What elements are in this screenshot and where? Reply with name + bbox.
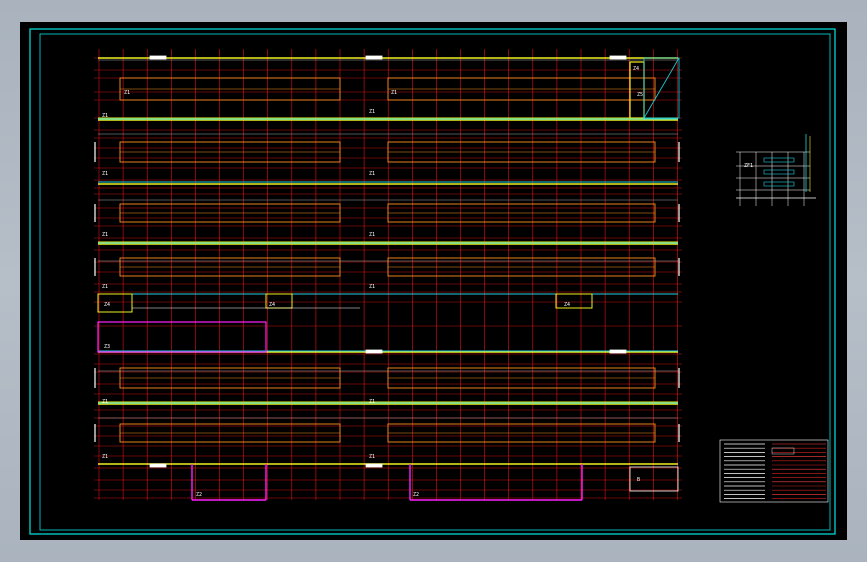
label-row-6: Z1 xyxy=(102,399,108,405)
label-row-2b: Z1 xyxy=(369,109,375,115)
label-mid-b: Z4 xyxy=(269,302,275,308)
marker xyxy=(365,349,383,354)
label-row-2: Z1 xyxy=(102,113,108,119)
marker xyxy=(149,55,167,60)
label-row-3b: Z1 xyxy=(369,171,375,177)
notes-cell xyxy=(771,447,795,455)
cad-drawing[interactable]: Z1 Z1 Z1 Z1 Z1 Z1 Z1 Z1 Z1 Z1 Z1 Z1 Z1 Z… xyxy=(20,22,847,540)
drawing-border-inner xyxy=(39,33,831,531)
label-row-5: Z1 xyxy=(102,284,108,290)
section-duct xyxy=(763,157,795,163)
label-corner-a: Z4 xyxy=(633,66,639,72)
label-corner-b: Z5 xyxy=(637,92,643,98)
drawing-border-outer xyxy=(29,28,836,535)
label-row-1: Z1 xyxy=(124,90,130,96)
marker xyxy=(609,55,627,60)
stair-diagonal xyxy=(643,57,680,119)
label-mid-c: Z4 xyxy=(564,302,570,308)
floor-plan xyxy=(94,55,680,501)
label-row-4b: Z1 xyxy=(369,232,375,238)
marker xyxy=(609,349,627,354)
label-row-4: Z1 xyxy=(102,232,108,238)
label-row-7b: Z1 xyxy=(369,454,375,460)
section-duct xyxy=(763,169,795,175)
marker xyxy=(149,463,167,468)
label-row-7: Z1 xyxy=(102,454,108,460)
title-block-notes xyxy=(719,439,829,503)
room-box xyxy=(555,293,593,309)
label-mid-a: Z4 xyxy=(104,302,110,308)
label-bottom-b: Z2 xyxy=(413,492,419,498)
label-row-5b: Z1 xyxy=(369,284,375,290)
label-row-1b: Z1 xyxy=(391,90,397,96)
section-detail xyxy=(736,134,816,206)
label-row-6b: Z1 xyxy=(369,399,375,405)
cad-viewport[interactable]: Z1 Z1 Z1 Z1 Z1 Z1 Z1 Z1 Z1 Z1 Z1 Z1 Z1 Z… xyxy=(20,22,847,540)
label-mid-d: Z3 xyxy=(104,344,110,350)
label-row-3: Z1 xyxy=(102,171,108,177)
marker xyxy=(365,463,383,468)
label-stair: B xyxy=(637,477,640,483)
marker xyxy=(365,55,383,60)
label-bottom-a: Z2 xyxy=(196,492,202,498)
notes-frame xyxy=(719,439,829,503)
section-duct xyxy=(763,181,795,187)
